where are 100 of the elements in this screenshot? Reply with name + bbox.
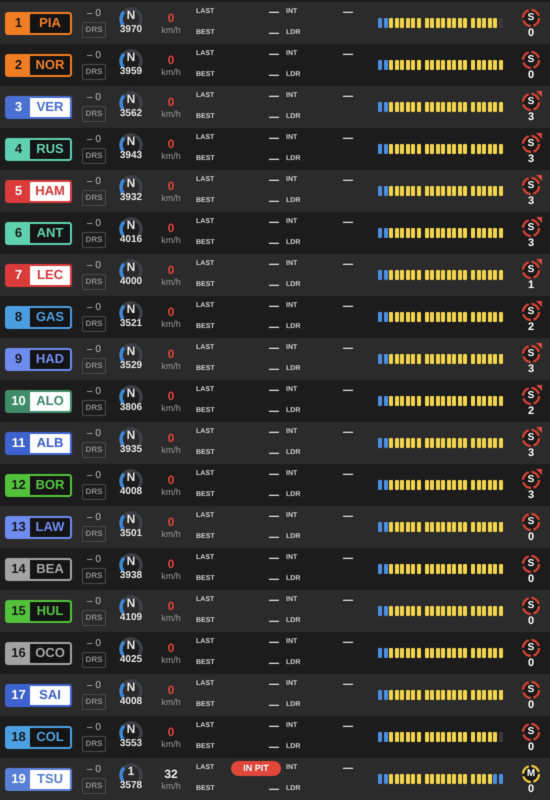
tyre-compound: S <box>526 346 536 360</box>
interval-value: — <box>343 48 353 62</box>
speed-value: 0 <box>168 390 174 402</box>
speed-unit: km/h <box>161 740 181 748</box>
driver-tag[interactable]: 8 GAS <box>5 306 72 328</box>
best-lap-time: — <box>269 573 279 587</box>
drs-indicator: DRS <box>82 694 106 710</box>
driver-tag[interactable]: 12 BOR <box>5 474 72 496</box>
driver-tag[interactable]: 6 ANT <box>5 222 72 244</box>
driver-tag[interactable]: 13 LAW <box>5 516 72 538</box>
driver-tag[interactable]: 9 HAD <box>5 348 72 370</box>
best-lap-time: — <box>269 27 279 41</box>
position-number: 1 <box>14 14 24 32</box>
driver-code: HAD <box>30 350 70 368</box>
speed-value: 0 <box>168 642 174 654</box>
speed-value: 0 <box>168 180 174 192</box>
driver-tag[interactable]: 16 OCO <box>5 642 72 664</box>
best-lap-time: — <box>269 699 279 713</box>
speed-unit: km/h <box>161 362 181 370</box>
position-delta: – 0 <box>87 260 101 270</box>
speed-value: 0 <box>168 222 174 234</box>
driver-tag[interactable]: 3 VER <box>5 96 72 118</box>
rpm-value: 4008 <box>120 697 142 707</box>
position-delta: – 0 <box>87 680 101 690</box>
last-lap-time: — <box>269 720 279 734</box>
speed-unit: km/h <box>161 572 181 580</box>
last-lap-time: — <box>269 426 279 440</box>
position-number: 15 <box>10 602 27 620</box>
interval-value: — <box>343 132 353 146</box>
speed-unit: km/h <box>161 530 181 538</box>
best-lap-time: — <box>269 153 279 167</box>
gear-value: N <box>126 303 136 315</box>
speed-unit: km/h <box>161 446 181 454</box>
interval-value: — <box>343 594 353 608</box>
interval-value: — <box>343 762 353 776</box>
tyre-compound: S <box>526 10 536 24</box>
speed-value: 0 <box>168 516 174 528</box>
driver-tag[interactable]: 14 BEA <box>5 558 72 580</box>
rpm-value: 3938 <box>120 571 142 581</box>
driver-code: ALO <box>30 392 70 410</box>
gear-value: N <box>126 93 136 105</box>
drs-indicator: DRS <box>82 610 106 626</box>
tyre-laps: 0 <box>528 616 534 626</box>
speed-unit: km/h <box>161 152 181 160</box>
last-lap-time: — <box>269 594 279 608</box>
best-lap-time: — <box>269 447 279 461</box>
tyre-laps: 0 <box>528 70 534 80</box>
speed-unit: km/h <box>161 320 181 328</box>
last-lap-time: — <box>269 132 279 146</box>
rpm-value: 3562 <box>120 109 142 119</box>
speed-value: 0 <box>168 558 174 570</box>
driver-tag[interactable]: 18 COL <box>5 726 72 748</box>
drs-indicator: DRS <box>82 106 106 122</box>
driver-tag[interactable]: 17 SAI <box>5 684 72 706</box>
drs-indicator: DRS <box>82 400 106 416</box>
rpm-value: 3932 <box>120 193 142 203</box>
driver-tag[interactable]: 7 LEC <box>5 264 72 286</box>
driver-tag[interactable]: 1 PIA <box>5 12 72 34</box>
driver-tag[interactable]: 15 HUL <box>5 600 72 622</box>
driver-tag[interactable]: 4 RUS <box>5 138 72 160</box>
position-delta: – 0 <box>87 512 101 522</box>
gear-value: N <box>126 51 136 63</box>
tyre-laps: 1 <box>528 280 534 290</box>
driver-tag[interactable]: 2 NOR <box>5 54 72 76</box>
driver-tag[interactable]: 19 TSU <box>5 768 72 790</box>
tyre-compound: S <box>526 514 536 528</box>
rpm-value: 3806 <box>120 403 142 413</box>
driver-tag[interactable]: 10 ALO <box>5 390 72 412</box>
last-lap-time: — <box>269 174 279 188</box>
interval-value: — <box>343 342 353 356</box>
gear-value: N <box>126 513 136 525</box>
tyre-compound: S <box>526 52 536 66</box>
tyre-compound: S <box>526 94 536 108</box>
position-delta: – 0 <box>87 302 101 312</box>
speed-unit: km/h <box>161 656 181 664</box>
position-number: 2 <box>14 56 24 74</box>
rpm-value: 4025 <box>120 655 142 665</box>
speed-unit: km/h <box>161 236 181 244</box>
speed-unit: km/h <box>161 614 181 622</box>
best-lap-time: — <box>269 195 279 209</box>
best-lap-time: — <box>269 321 279 335</box>
driver-tag[interactable]: 11 ALB <box>5 432 72 454</box>
position-delta: – 0 <box>87 344 101 354</box>
best-lap-time: — <box>269 363 279 377</box>
driver-tag[interactable]: 5 HAM <box>5 180 72 202</box>
tyre-laps: 3 <box>528 448 534 458</box>
tyre-compound: S <box>526 724 536 738</box>
gear-value: N <box>126 261 136 273</box>
interval-value: — <box>343 468 353 482</box>
position-delta: – 0 <box>87 386 101 396</box>
drs-indicator: DRS <box>82 148 106 164</box>
gear-value: N <box>126 177 136 189</box>
last-lap-time: — <box>269 216 279 230</box>
interval-value: — <box>343 258 353 272</box>
speed-value: 0 <box>168 432 174 444</box>
tyre-compound: S <box>526 556 536 570</box>
speed-unit: km/h <box>161 782 181 790</box>
tyre-laps: 0 <box>528 28 534 38</box>
tyre-laps: 0 <box>528 742 534 752</box>
speed-value: 0 <box>168 54 174 66</box>
